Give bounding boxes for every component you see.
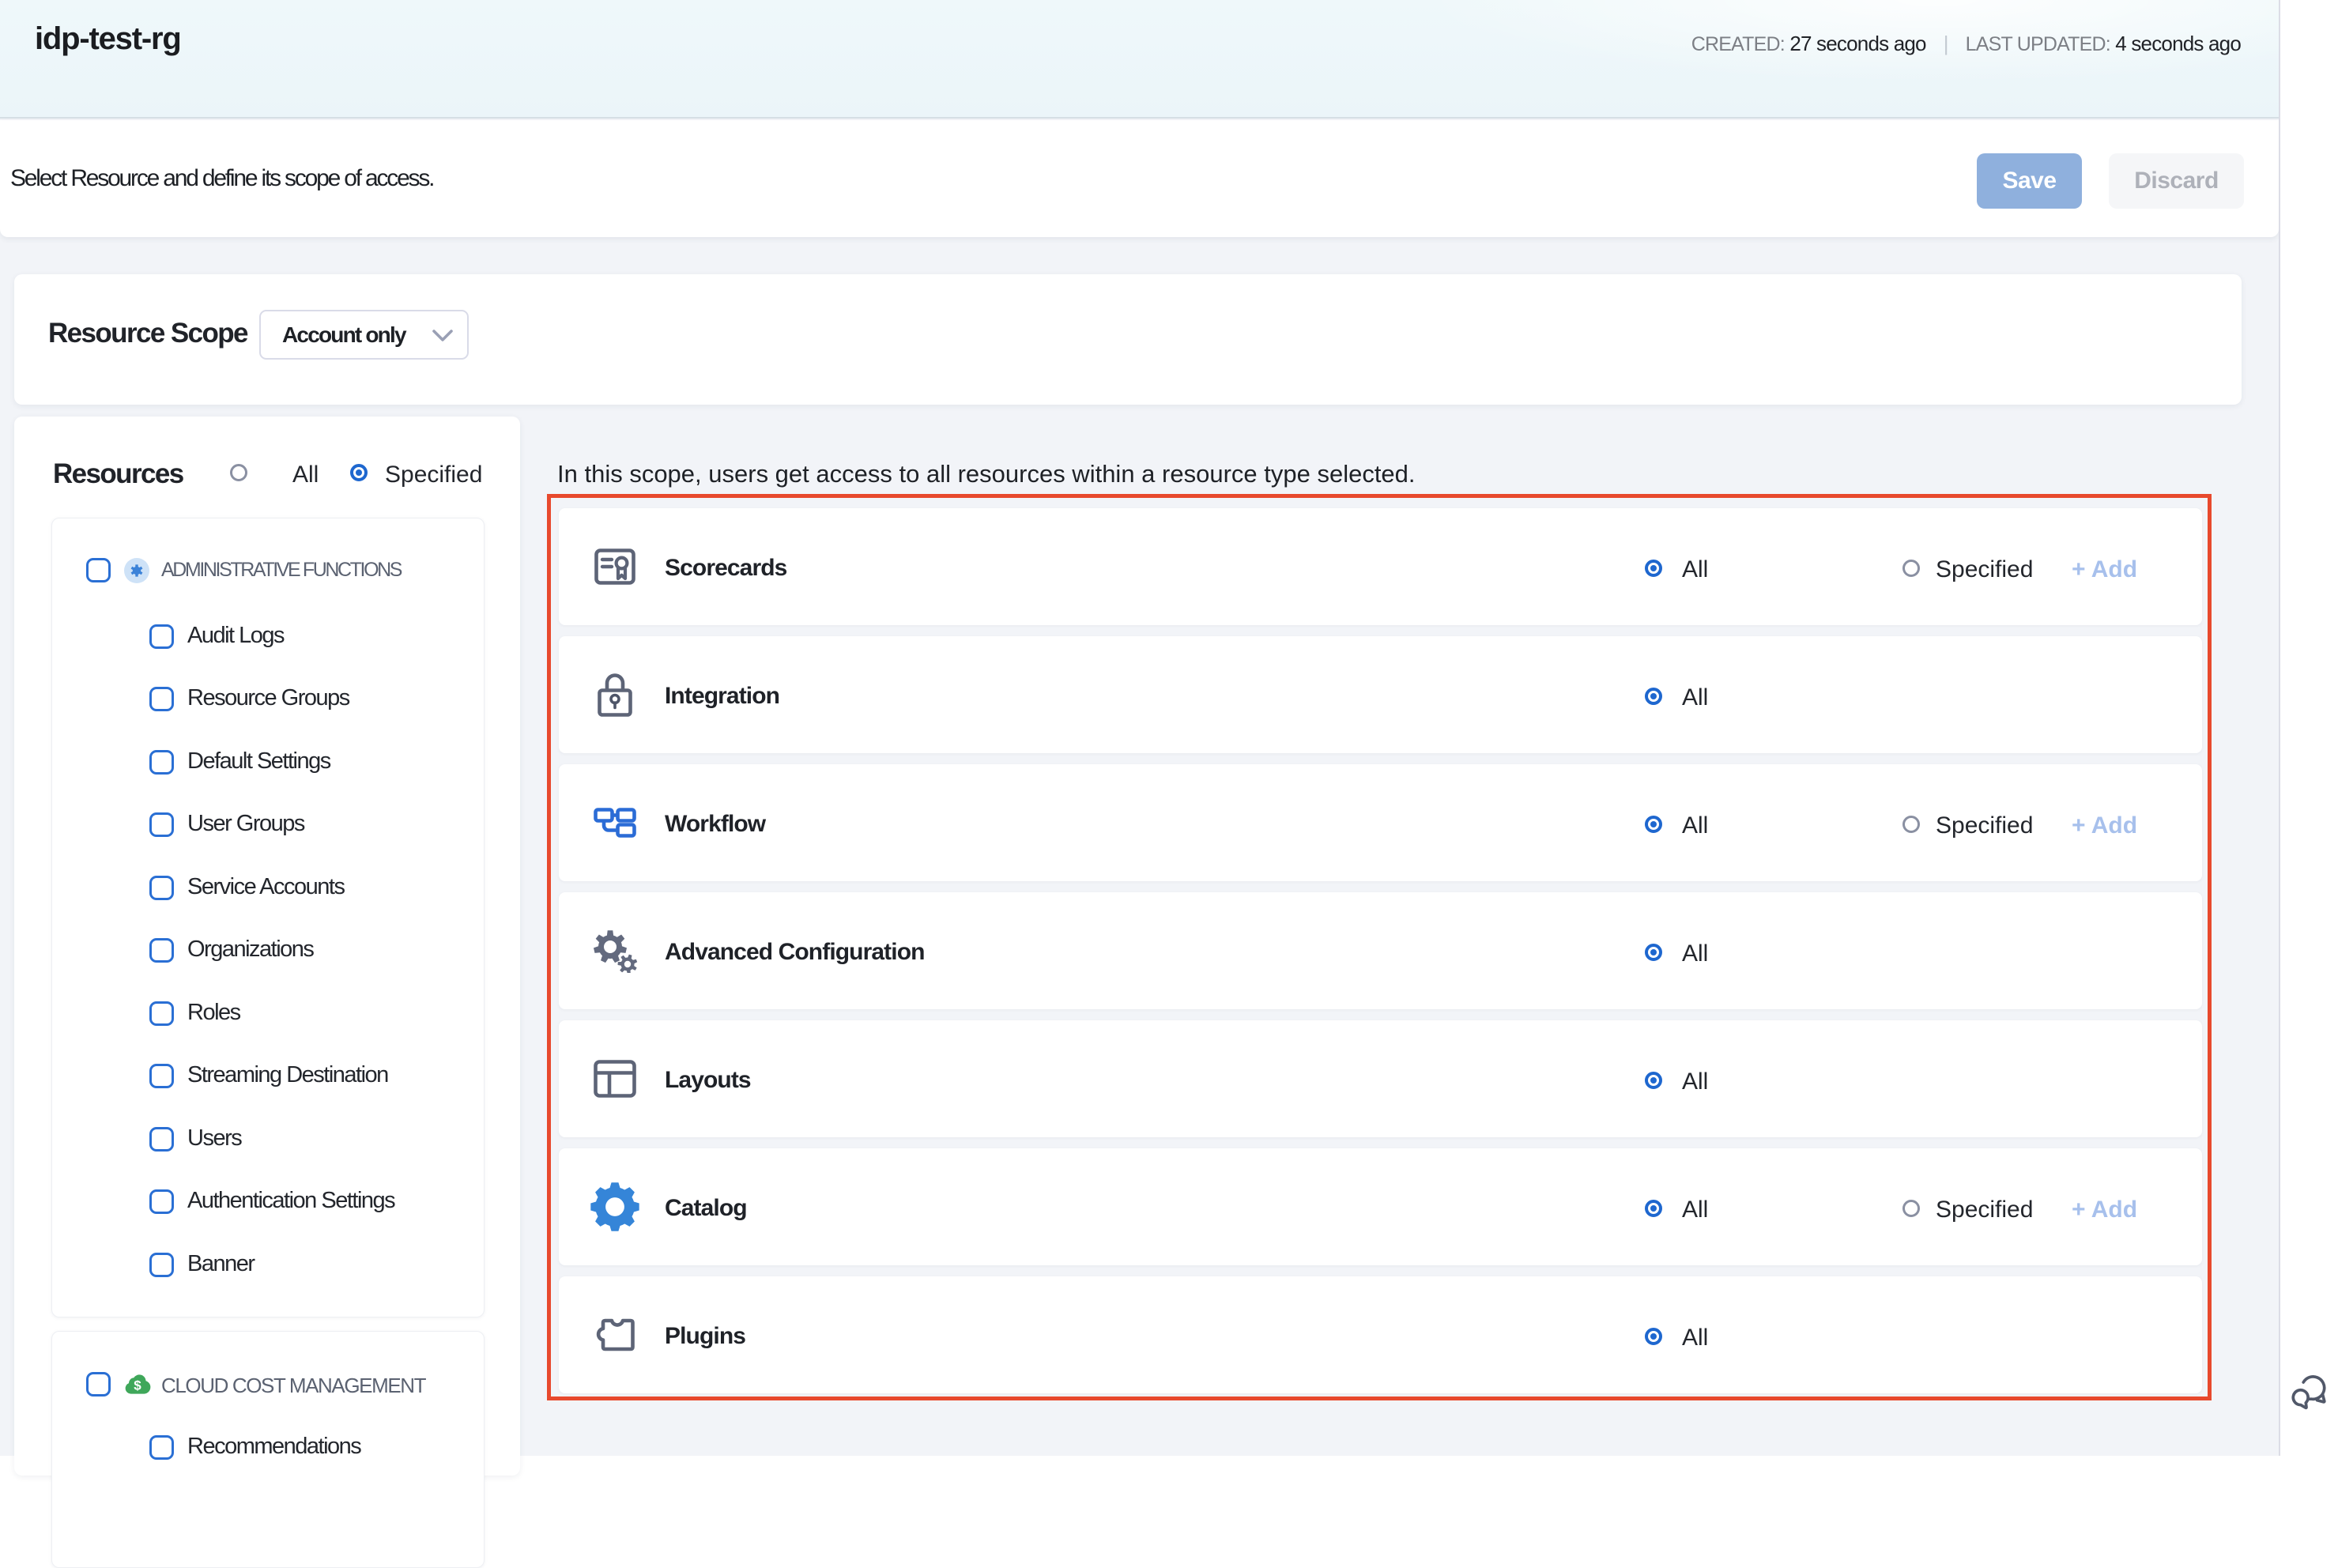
svg-text:$: $ xyxy=(134,1378,141,1393)
